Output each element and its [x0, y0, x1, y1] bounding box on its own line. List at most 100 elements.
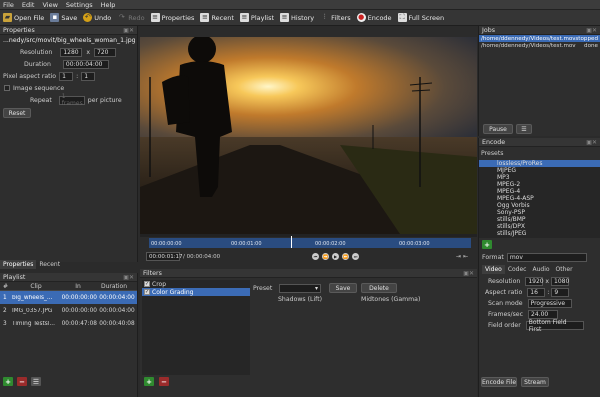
- par-den-field[interactable]: 1: [81, 71, 96, 81]
- reset-button[interactable]: Reset: [3, 108, 31, 118]
- fullscreen-button[interactable]: ⛶ Full Screen: [397, 13, 444, 22]
- list-item[interactable]: MPEG-4: [479, 188, 600, 195]
- aspect-den-field[interactable]: 9: [551, 288, 570, 297]
- properties-panel: Properties ▣✕ ...nedy/src/movit/big_wheel…: [0, 26, 138, 269]
- menu-view[interactable]: View: [42, 1, 57, 9]
- undo-button[interactable]: ↶ Undo: [83, 13, 111, 22]
- add-clip-button[interactable]: +: [3, 377, 13, 386]
- open-file-button[interactable]: ▰ Open File: [3, 13, 44, 22]
- rewind-icon[interactable]: ⏪: [322, 253, 329, 260]
- properties-title-bar: Properties ▣✕: [0, 26, 137, 35]
- image-sequence-checkbox[interactable]: [4, 85, 10, 91]
- par-num-field[interactable]: 1: [59, 71, 74, 81]
- list-item[interactable]: MPEG-2: [479, 181, 600, 188]
- remove-clip-button[interactable]: −: [17, 377, 27, 386]
- add-filter-button[interactable]: +: [144, 377, 154, 386]
- menu-help[interactable]: Help: [101, 1, 116, 9]
- history-button[interactable]: ≡ History: [280, 13, 314, 22]
- list-item[interactable]: stills/JPEG: [479, 230, 600, 237]
- remove-filter-button[interactable]: −: [159, 377, 169, 386]
- aspect-label: Aspect ratio: [485, 289, 523, 296]
- field-order-dropdown[interactable]: Bottom Field First: [525, 319, 584, 333]
- list-item[interactable]: MJPEG: [479, 167, 600, 174]
- save-button[interactable]: ▪ Save: [50, 13, 77, 22]
- resolution-height-field[interactable]: 720: [94, 47, 117, 57]
- redo-button[interactable]: ↷ Redo: [117, 13, 145, 22]
- repeat-label: Repeat: [30, 96, 52, 104]
- encode-file-button[interactable]: Encode File: [481, 377, 517, 387]
- list-item[interactable]: stills/BMP: [479, 216, 600, 223]
- encode-actions: Encode File Stream: [481, 377, 549, 387]
- list-item[interactable]: MP3: [479, 174, 600, 181]
- tab-codec[interactable]: Codec: [505, 265, 530, 274]
- playhead[interactable]: [290, 236, 292, 248]
- save-preset-button[interactable]: Save: [329, 283, 357, 293]
- list-item[interactable]: Ogg Vorbis: [479, 202, 600, 209]
- tab-audio[interactable]: Audio: [529, 265, 552, 274]
- stream-button[interactable]: Stream: [521, 377, 549, 387]
- menu-settings[interactable]: Settings: [66, 1, 93, 9]
- crop-checkbox[interactable]: ✓: [144, 281, 150, 287]
- fast-forward-icon[interactable]: ⏩: [342, 253, 349, 260]
- playlist-menu-button[interactable]: ☰: [31, 377, 41, 386]
- tab-properties[interactable]: Properties: [0, 260, 37, 269]
- list-item[interactable]: lossless/ProRes: [479, 160, 600, 167]
- fullscreen-icon: ⛶: [397, 13, 407, 22]
- pause-button[interactable]: Pause: [483, 124, 513, 134]
- timeline-ruler[interactable]: 00:00:00:00 00:00:01:00 00:00:02:00 00:0…: [149, 236, 471, 248]
- undo-icon: ↶: [83, 13, 93, 22]
- encode-res-height[interactable]: 1080: [551, 277, 569, 286]
- encode-res-width[interactable]: 1920: [525, 277, 544, 286]
- jobs-menu-button[interactable]: ☰: [516, 124, 532, 134]
- properties-button[interactable]: ≡ Properties: [150, 13, 194, 22]
- scan-mode-dropdown[interactable]: Progressive: [527, 299, 572, 308]
- filters-panel: Filters ▣✕ ✓ Crop ✓ Color Grading Preset …: [140, 269, 477, 397]
- set-out-icon[interactable]: ⇤: [463, 253, 468, 260]
- panel-close-icon[interactable]: ▣✕: [123, 27, 134, 34]
- menu-edit[interactable]: Edit: [22, 1, 35, 9]
- tab-other[interactable]: Other: [553, 265, 576, 274]
- panel-close-icon[interactable]: ▣✕: [586, 139, 597, 146]
- color-grading-checkbox[interactable]: ✓: [144, 289, 150, 295]
- menu-file[interactable]: File: [3, 1, 14, 9]
- tab-video[interactable]: Video: [482, 265, 505, 274]
- col-clip: Clip: [30, 282, 42, 290]
- filter-item-color-grading[interactable]: ✓ Color Grading: [142, 288, 250, 296]
- table-row[interactable]: 3 Timing Testsl... 00:00:47:08 00:00:40:…: [0, 317, 137, 330]
- delete-preset-button[interactable]: Delete: [361, 283, 397, 293]
- panel-close-icon[interactable]: ▣✕: [463, 270, 474, 277]
- duration-field[interactable]: 00:00:04:00: [62, 59, 109, 69]
- encode-button[interactable]: ● Encode: [356, 13, 392, 22]
- job-row[interactable]: /home/ddennedy/Videos/test.mov stopped: [479, 35, 600, 42]
- video-viewer[interactable]: [140, 37, 477, 234]
- skip-previous-icon[interactable]: ⏮: [312, 253, 319, 260]
- skip-next-icon[interactable]: ⏭: [352, 253, 359, 260]
- filters-button[interactable]: ⫶ Filters: [320, 13, 351, 22]
- list-item[interactable]: stills/DPX: [479, 223, 600, 230]
- job-row[interactable]: /home/ddennedy/Videos/test.mov done: [479, 42, 600, 49]
- filter-item-crop[interactable]: ✓ Crop: [142, 280, 250, 288]
- resolution-width-field[interactable]: 1280: [60, 47, 83, 57]
- col-duration: Duration: [100, 282, 128, 290]
- position-timecode-field[interactable]: 00:00:01:17: [146, 252, 183, 261]
- table-row[interactable]: 2 IMG_0357.JPG 00:00:00:00 00:00:04:00: [0, 304, 137, 317]
- set-in-icon[interactable]: ⇥: [456, 253, 461, 260]
- tick-label: 00:00:00:00: [151, 241, 182, 247]
- tab-recent[interactable]: Recent: [36, 260, 63, 269]
- preset-dropdown[interactable]: ▾: [279, 283, 321, 293]
- panel-close-icon[interactable]: ▣✕: [123, 274, 134, 281]
- play-icon[interactable]: ▶: [332, 253, 339, 260]
- recent-button[interactable]: ≡ Recent: [200, 13, 234, 22]
- aspect-num-field[interactable]: 16: [527, 288, 546, 297]
- list-item[interactable]: MPEG-4-ASP: [479, 195, 600, 202]
- filter-actions: + −: [144, 377, 169, 386]
- panel-close-icon[interactable]: ▣✕: [586, 27, 597, 34]
- list-item[interactable]: Sony-PSP: [479, 209, 600, 216]
- format-dropdown[interactable]: mov: [506, 253, 587, 262]
- resolution-x-label: x: [545, 278, 550, 285]
- repeat-field[interactable]: 1 frames: [58, 93, 85, 107]
- field-order-label: Field order: [488, 322, 521, 329]
- table-row[interactable]: 1 big_wheels_... 00:00:00:00 00:00:04:00: [0, 291, 137, 304]
- add-preset-button[interactable]: +: [482, 240, 492, 249]
- playlist-button[interactable]: ≡ Playlist: [239, 13, 274, 22]
